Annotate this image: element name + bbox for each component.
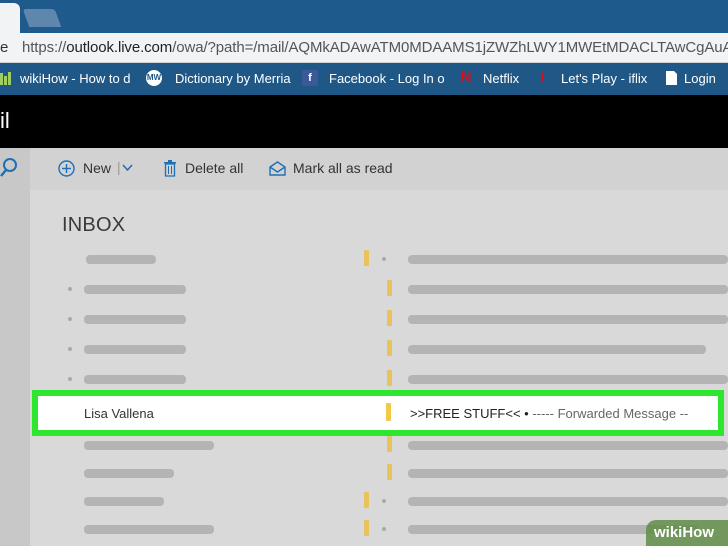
unread-dot bbox=[68, 317, 72, 321]
wikihow-watermark: wikiHow bbox=[646, 520, 728, 546]
browser-tab-strip: × bbox=[0, 0, 728, 33]
blurred-sender bbox=[84, 345, 186, 354]
blurred-sender bbox=[84, 375, 186, 384]
blurred-subject bbox=[408, 441, 728, 450]
message-subject-line: >>FREE STUFF<< • ----- Forwarded Message… bbox=[410, 406, 688, 421]
url-scheme: https:// bbox=[22, 39, 67, 56]
blurred-subject bbox=[408, 345, 706, 354]
left-rail bbox=[0, 148, 30, 546]
app-title: il bbox=[0, 108, 10, 133]
bookmarks-bar: wikiHow - How to d MW Dictionary by Merr… bbox=[0, 63, 728, 95]
netflix-icon: N bbox=[458, 70, 474, 86]
merriam-webster-icon: MW bbox=[146, 70, 162, 86]
list-item[interactable] bbox=[30, 458, 728, 488]
bookmark-netflix[interactable]: Netflix bbox=[483, 71, 519, 86]
message-subject: >>FREE STUFF<< bbox=[410, 406, 521, 421]
iflix-icon: i bbox=[535, 70, 551, 86]
blurred-sender bbox=[86, 255, 156, 264]
inbox-title: INBOX bbox=[62, 214, 126, 236]
list-item[interactable] bbox=[30, 334, 728, 364]
mark-all-read-label: Mark all as read bbox=[293, 160, 393, 176]
unread-dot bbox=[382, 499, 386, 503]
blurred-sender bbox=[84, 469, 174, 478]
list-item[interactable] bbox=[30, 304, 728, 334]
search-icon[interactable] bbox=[0, 156, 24, 180]
message-preview: ----- Forwarded Message -- bbox=[532, 406, 689, 421]
bookmark-facebook[interactable]: Facebook - Log In o bbox=[329, 71, 445, 86]
trash-icon bbox=[164, 160, 176, 177]
blurred-subject bbox=[408, 285, 728, 294]
blurred-sender bbox=[84, 285, 186, 294]
login-icon bbox=[666, 71, 677, 85]
envelope-open-icon bbox=[269, 161, 286, 176]
blurred-sender bbox=[84, 497, 164, 506]
bookmark-iflix[interactable]: Let's Play - iflix bbox=[561, 71, 647, 86]
blurred-sender bbox=[84, 525, 214, 534]
bookmark-login[interactable]: Login bbox=[684, 71, 716, 86]
flag-icon bbox=[387, 464, 392, 480]
main-pane: New | Delete all Mark all as read INBOX bbox=[30, 148, 728, 546]
toolbar-divider: | bbox=[117, 159, 121, 175]
new-label: New bbox=[83, 160, 112, 176]
unread-dot bbox=[382, 257, 386, 261]
flag-icon bbox=[387, 280, 392, 296]
blurred-subject bbox=[408, 315, 728, 324]
subject-separator: • bbox=[520, 406, 533, 421]
list-item[interactable] bbox=[30, 514, 728, 544]
new-tab-button[interactable] bbox=[22, 9, 62, 27]
flag-icon bbox=[364, 492, 369, 508]
browser-tab[interactable]: × bbox=[0, 3, 20, 33]
blurred-subject bbox=[408, 469, 728, 478]
address-prefix: e bbox=[0, 39, 9, 56]
unread-dot bbox=[68, 377, 72, 381]
address-bar[interactable]: e https://outlook.live.com/owa/?path=/ma… bbox=[0, 33, 728, 63]
toolbar: New | Delete all Mark all as read bbox=[30, 148, 728, 190]
blurred-subject bbox=[408, 375, 728, 384]
wikihow-icon bbox=[0, 72, 11, 85]
list-item[interactable] bbox=[30, 244, 728, 274]
blurred-subject bbox=[408, 497, 728, 506]
flag-icon bbox=[364, 520, 369, 536]
flag-icon bbox=[387, 310, 392, 326]
url-host: outlook.live.com bbox=[66, 39, 173, 56]
flag-icon bbox=[387, 340, 392, 356]
flag-icon bbox=[364, 250, 369, 266]
blurred-subject bbox=[408, 255, 728, 264]
blurred-sender bbox=[84, 441, 214, 450]
url-path: /owa/?path=/mail/AQMkADAwATM0MDAAMS1jZWZ… bbox=[172, 39, 728, 56]
message-sender: Lisa Vallena bbox=[84, 406, 154, 421]
url-text[interactable]: https://outlook.live.com/owa/?path=/mail… bbox=[22, 39, 728, 56]
flag-icon bbox=[387, 436, 392, 452]
list-item[interactable] bbox=[30, 274, 728, 304]
plus-circle-icon bbox=[58, 160, 75, 177]
unread-dot bbox=[68, 347, 72, 351]
chevron-down-icon[interactable] bbox=[122, 163, 133, 173]
facebook-icon: f bbox=[302, 70, 318, 86]
bookmark-dictionary[interactable]: Dictionary by Merria bbox=[175, 71, 291, 86]
bookmark-wikihow[interactable]: wikiHow - How to d bbox=[20, 71, 131, 86]
flag-icon bbox=[387, 370, 392, 386]
delete-all-label: Delete all bbox=[185, 160, 244, 176]
list-item[interactable] bbox=[30, 486, 728, 516]
unread-dot bbox=[382, 527, 386, 531]
app-header: il bbox=[0, 95, 728, 148]
blurred-sender bbox=[84, 315, 186, 324]
flag-icon bbox=[386, 403, 391, 421]
highlighted-message-row[interactable]: Lisa Vallena >>FREE STUFF<< • ----- Forw… bbox=[32, 390, 724, 436]
unread-dot bbox=[68, 287, 72, 291]
